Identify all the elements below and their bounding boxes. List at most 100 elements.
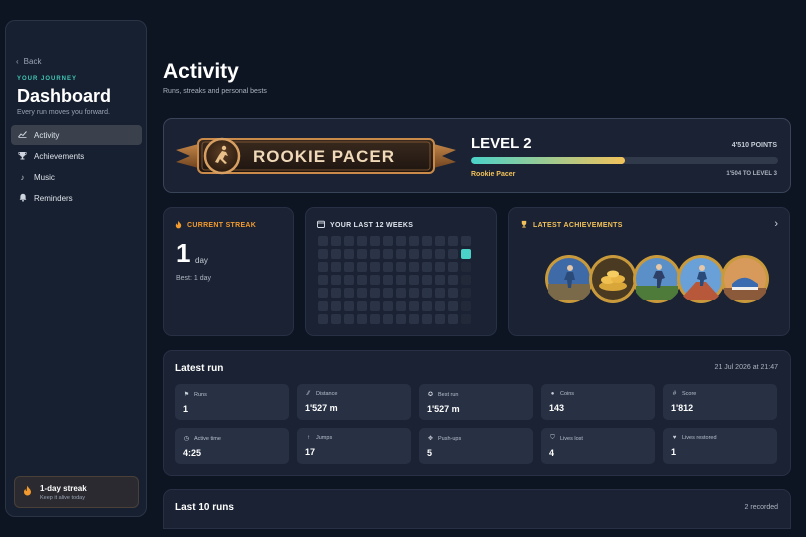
level-progress-fill	[471, 157, 625, 164]
chevron-right-icon[interactable]: ›	[774, 218, 778, 230]
heatmap-cell	[331, 314, 341, 324]
sprinter-medal-icon[interactable]	[632, 254, 682, 304]
heatmap-cell	[318, 301, 328, 311]
stat-label: Active time	[194, 435, 221, 442]
heatmap-cell	[357, 262, 367, 272]
latest-run-title: Latest run	[175, 363, 224, 374]
hash-icon: #	[672, 391, 677, 397]
heatmap-cell	[409, 275, 419, 285]
heatmap-cell	[435, 301, 445, 311]
heatmap-cell	[461, 275, 471, 285]
heatmap-cell	[409, 314, 419, 324]
badge-text: ROOKIE PACER	[253, 147, 395, 166]
heatmap-cell	[461, 236, 471, 246]
sidebar-item-music[interactable]: ♪ Music	[11, 167, 142, 187]
stat-value: 1'527 m	[305, 403, 338, 413]
stat-lives-restored: ♥ Lives restored 1	[663, 428, 777, 464]
achievements-card[interactable]: LATEST ACHIEVEMENTS ›	[508, 207, 790, 336]
heatmap-cell	[370, 275, 380, 285]
chevron-left-icon: ‹	[16, 57, 19, 66]
sidebar-item-activity[interactable]: Activity	[11, 125, 142, 145]
flame-icon	[23, 485, 32, 499]
heatmap-cell	[318, 262, 328, 272]
heatmap-cell	[435, 275, 445, 285]
stat-value: 1	[183, 404, 189, 414]
heatmap-cell	[396, 288, 406, 298]
sidebar-eyebrow: YOUR JOURNEY	[17, 76, 78, 82]
sidebar-item-label: Activity	[34, 130, 60, 140]
heatmap-cell	[383, 249, 393, 259]
stat-distance: ⁄⁄ Distance 1'527 m	[297, 384, 411, 420]
heatmap-cell	[318, 275, 328, 285]
heatmap-cell	[357, 314, 367, 324]
track-medal-icon[interactable]	[676, 254, 726, 304]
music-note-icon: ♪	[20, 172, 25, 182]
heatmap-cell	[448, 314, 458, 324]
heatmap-cell	[448, 262, 458, 272]
heatmap-cell	[383, 236, 393, 246]
stat-label: Runs	[194, 391, 207, 398]
achievements-header-label: LATEST ACHIEVEMENTS	[533, 221, 623, 229]
heatmap-cell	[448, 301, 458, 311]
heatmap-cell	[461, 249, 471, 259]
achievement-medals	[544, 254, 770, 304]
level-card: ROOKIE PACER LEVEL 2 4'510 POINTS Rookie…	[163, 118, 791, 193]
points-to-next-level: 1'504 TO LEVEL 3	[726, 171, 777, 177]
clock-icon: ◷	[183, 436, 190, 442]
streak-best: Best: 1 day	[176, 275, 212, 282]
runner-medal-icon[interactable]	[544, 254, 594, 304]
heatmap-cell	[370, 262, 380, 272]
last-runs-title: Last 10 runs	[175, 502, 234, 513]
heatmap-cell	[370, 236, 380, 246]
stat-label: Score	[682, 391, 697, 397]
stat-value: 17	[305, 447, 316, 457]
heatmap-cell	[357, 249, 367, 259]
sidebar-item-reminders[interactable]: Reminders	[11, 188, 142, 208]
heatmap-cell	[409, 301, 419, 311]
rank-badge: ROOKIE PACER	[176, 137, 456, 175]
sidebar-title: Dashboard	[17, 86, 112, 106]
coins-medal-icon[interactable]	[588, 254, 638, 304]
heatmap-cell	[396, 262, 406, 272]
heatmap-cell	[435, 314, 445, 324]
heatmap-cell	[409, 249, 419, 259]
heatmap-cell	[318, 314, 328, 324]
sidebar: ‹ Back YOUR JOURNEY Dashboard Every run …	[5, 20, 147, 517]
heatmap-cell	[344, 275, 354, 285]
heatmap-cell	[318, 236, 328, 246]
heatmap-cell	[422, 236, 432, 246]
heatmap-cell	[422, 314, 432, 324]
heatmap-cell	[383, 262, 393, 272]
heatmap-cell	[396, 236, 406, 246]
level-label: LEVEL 2	[471, 135, 532, 152]
heatmap-cell	[331, 301, 341, 311]
sidebar-nav: Activity Achievements ♪ Music Reminders	[11, 125, 142, 209]
heatmap-cell	[383, 275, 393, 285]
back-button[interactable]: ‹ Back	[16, 57, 41, 66]
page-subtitle: Runs, streaks and personal bests	[163, 88, 267, 95]
stat-score: # Score 1'812	[663, 384, 777, 420]
heatmap-cell	[422, 262, 432, 272]
achievements-header: LATEST ACHIEVEMENTS	[520, 220, 623, 230]
shoe-medal-icon[interactable]	[720, 254, 770, 304]
streak-box-title: 1-day streak	[40, 483, 87, 493]
trophy-icon	[18, 151, 27, 162]
heatmap-cell	[331, 262, 341, 272]
heatmap-cell	[409, 262, 419, 272]
stat-value: 143	[549, 403, 565, 413]
stat-label: Distance	[316, 391, 338, 397]
stat-label: Lives lost	[560, 435, 583, 442]
sidebar-item-achievements[interactable]: Achievements	[11, 146, 142, 166]
points-total: 4'510 POINTS	[731, 142, 777, 149]
heatmap-cell	[344, 301, 354, 311]
heatmap-cell	[318, 249, 328, 259]
heatmap-cell	[383, 314, 393, 324]
stat-value: 1'812	[671, 403, 694, 413]
heatmap-cell	[448, 275, 458, 285]
streak-reminder-box[interactable]: 1-day streak Keep it alive today	[14, 476, 139, 508]
heatmap-cell	[396, 301, 406, 311]
heatmap-cell	[357, 275, 367, 285]
latest-run-date: 21 Jul 2026 at 21:47	[714, 364, 778, 371]
heatmap-cell	[435, 288, 445, 298]
heatmap-cell	[461, 262, 471, 272]
